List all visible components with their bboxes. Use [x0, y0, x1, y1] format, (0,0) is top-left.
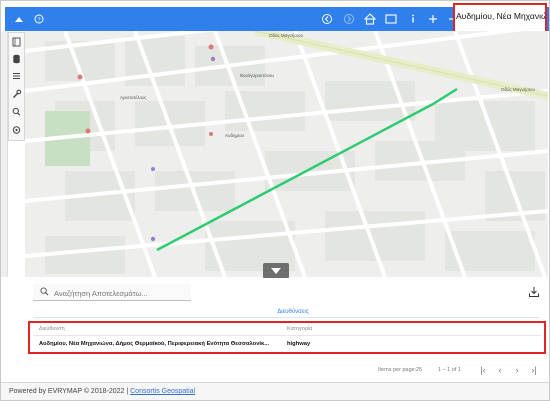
street-label: Οδός Μαγνήσιου [269, 33, 304, 38]
search-icon [40, 287, 49, 296]
street-label: Οδός Μαγνήσιου [501, 87, 536, 92]
app-window: ? Αυδημίου, Νέα Μηχανιώνα [0, 0, 550, 401]
list-icon[interactable] [9, 69, 24, 83]
zoom-in-icon[interactable] [423, 7, 443, 31]
left-edge-panel [1, 32, 8, 277]
table-row-address[interactable]: Αυδημίου, Νέα Μηχανιώνα, Δήμος Θερμαϊκού… [39, 341, 269, 347]
results-panel: Διευθύνσεις Διεύθυνση Κατηγορία Αυδημίου… [25, 278, 548, 382]
download-icon[interactable] [528, 286, 540, 298]
street-label: Αριστοτέλους [120, 95, 147, 100]
street-label: Αυδημίου [225, 133, 245, 138]
column-header-category[interactable]: Κατηγορία [287, 326, 312, 332]
column-header-address[interactable]: Διεύθυνση [39, 326, 65, 332]
wrench-icon[interactable] [9, 87, 24, 101]
tab-addresses[interactable]: Διευθύνσεις [263, 309, 323, 315]
back-icon[interactable] [317, 7, 337, 31]
help-icon[interactable]: ? [29, 7, 49, 31]
tab-underline [33, 317, 540, 318]
footer-link[interactable]: Consortis Geospatial [130, 388, 195, 395]
home-icon[interactable] [360, 7, 380, 31]
first-page-icon[interactable]: |‹ [477, 364, 489, 376]
footer: Powered by EVRYMAP © 2018-2022 | Consort… [1, 382, 549, 400]
search-input[interactable] [54, 287, 188, 299]
street-label: Βουλγαροκτόνου [240, 73, 274, 78]
collapse-panel-button[interactable] [263, 263, 289, 279]
items-per-page-label: Items per page: [378, 367, 417, 373]
footer-text: Powered by EVRYMAP © 2018-2022 | Consort… [9, 388, 195, 395]
map-canvas [25, 31, 548, 277]
next-page-icon[interactable]: › [511, 364, 523, 376]
info-icon[interactable] [403, 7, 423, 31]
previous-page-icon[interactable]: ‹ [494, 364, 506, 376]
settings-icon[interactable] [9, 123, 24, 137]
side-toolbar [8, 32, 25, 141]
items-per-page-select[interactable]: 25 [416, 367, 422, 373]
database-icon[interactable] [9, 52, 24, 66]
pagination-range: 1 – 1 of 1 [438, 367, 461, 373]
last-page-icon[interactable]: ›| [528, 364, 540, 376]
expand-up-icon[interactable] [9, 7, 29, 31]
footer-credit: Powered by EVRYMAP © 2018-2022 | [9, 388, 131, 395]
forward-icon[interactable] [339, 7, 359, 31]
map-view[interactable]: Οδός Μαγνήσιου Οδός Μαγνήσιου Βουλγαροκτ… [25, 31, 548, 277]
header-divider [33, 335, 541, 336]
search-icon[interactable] [9, 105, 24, 119]
fullscreen-icon[interactable] [381, 7, 401, 31]
table-row-category[interactable]: highway [287, 341, 310, 347]
location-text: Αυδημίου, Νέα Μηχανιώνα [456, 11, 546, 21]
svg-text:?: ? [37, 17, 40, 23]
results-search [33, 284, 191, 301]
layers-icon[interactable] [9, 35, 24, 49]
